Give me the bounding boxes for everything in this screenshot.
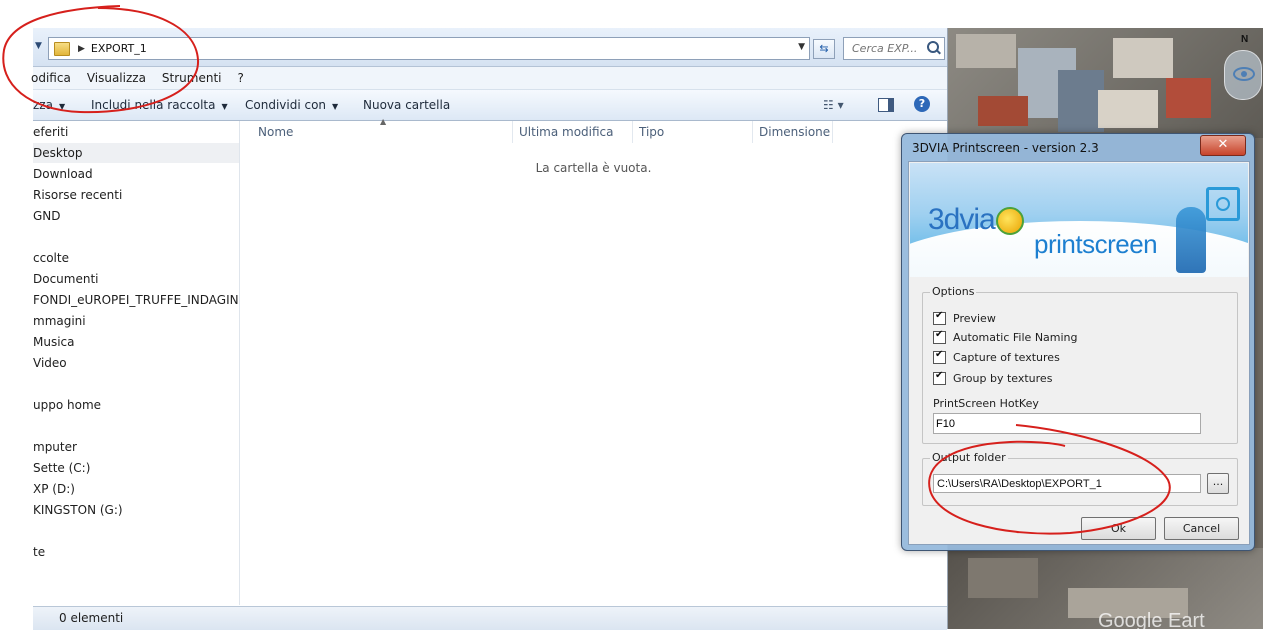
nav-item-download[interactable]: Download (33, 164, 239, 184)
file-list-area[interactable]: ▲ Nome Ultima modifica Tipo Dimensione L… (240, 117, 947, 605)
address-dropdown-icon[interactable]: ▼ (798, 42, 805, 52)
options-title: Options (930, 285, 977, 298)
nav-item-video[interactable]: Video (33, 353, 239, 373)
hotkey-input[interactable] (933, 413, 1201, 434)
nav-item-drive-g[interactable]: KINGSTON (G:) (33, 500, 239, 520)
brand-logo-icon (996, 207, 1024, 235)
close-button[interactable]: ✕ (1200, 135, 1246, 156)
nav-item-pictures[interactable]: mmagini (33, 311, 239, 331)
breadcrumb-folder[interactable]: EXPORT_1 (91, 42, 147, 55)
help-icon[interactable]: ? (914, 96, 930, 112)
history-dropdown-icon[interactable]: ▼ (35, 41, 42, 51)
search-input[interactable] (850, 38, 924, 59)
option-group-by-textures[interactable]: Group by textures (933, 370, 1053, 385)
menu-edit[interactable]: odifica (31, 71, 71, 85)
option-automatic-file-naming[interactable]: Automatic File Naming (933, 329, 1078, 344)
nav-item-libraries[interactable]: ccolte (33, 248, 239, 268)
nav-item-gnd[interactable]: GND (33, 206, 239, 226)
folder-icon (54, 41, 70, 56)
nav-item-documents[interactable]: Documenti (33, 269, 239, 289)
cancel-button[interactable]: Cancel (1164, 517, 1239, 540)
preview-pane-icon[interactable] (878, 98, 894, 112)
capture-textures-label: Capture of textures (953, 351, 1060, 364)
look-around-eye-icon[interactable] (1233, 67, 1255, 81)
refresh-button[interactable]: ⇆ (813, 39, 835, 59)
map-navigation-control[interactable] (1224, 50, 1262, 100)
banner-figure-illustration (1176, 207, 1206, 273)
google-earth-watermark: Google Eart (1098, 610, 1205, 629)
search-box[interactable] (843, 37, 945, 60)
column-separator[interactable] (632, 121, 633, 143)
share-dropdown-icon: ▼ (332, 102, 339, 111)
column-header-type[interactable]: Tipo (639, 121, 664, 143)
column-header-name[interactable]: Nome (258, 121, 293, 143)
nav-item-favorites[interactable]: eferiti (33, 122, 239, 142)
product-logo-text: printscreen (1034, 229, 1158, 259)
organize-label: zza (33, 98, 53, 112)
nav-item-drive-c[interactable]: Sette (C:) (33, 458, 239, 478)
product-banner: 3dvia printscreen (910, 163, 1248, 277)
browse-button[interactable]: ... (1207, 473, 1229, 494)
options-group: Options Preview Automatic File Naming Ca… (922, 285, 1238, 444)
option-preview[interactable]: Preview (933, 310, 996, 325)
item-count: 0 elementi (59, 611, 124, 625)
organize-dropdown-icon: ▼ (58, 102, 66, 111)
include-label: Includi nella raccolta (91, 98, 216, 112)
sort-ascending-icon: ▲ (380, 117, 387, 126)
nav-item-fondi-folder[interactable]: FONDI_eUROPEI_TRUFFE_INDAGINI_PER (33, 290, 239, 310)
preview-checkbox[interactable] (933, 310, 946, 325)
address-bar-row: ▼ ▶ EXPORT_1 ▼ ⇆ (33, 28, 947, 67)
nav-item-desktop[interactable]: Desktop (33, 143, 239, 163)
output-folder-group: Output folder ... (922, 451, 1238, 506)
output-folder-path-input[interactable] (933, 474, 1201, 493)
menu-view[interactable]: Visualizza (87, 71, 146, 85)
column-header-size[interactable]: Dimensione (759, 121, 830, 143)
camera-frame-icon (1206, 187, 1240, 221)
include-dropdown-icon: ▼ (221, 102, 228, 111)
group-by-textures-label: Group by textures (953, 372, 1053, 385)
new-folder-button[interactable]: Nuova cartella (363, 98, 450, 112)
nav-item-homegroup[interactable]: uppo home (33, 395, 239, 415)
dialog-title: 3DVIA Printscreen - version 2.3 (912, 141, 1099, 155)
brand-logo-text: 3dvia (928, 203, 996, 236)
compass-north-label: N (1241, 34, 1249, 45)
capture-textures-checkbox[interactable] (933, 349, 946, 364)
breadcrumb-arrow-icon[interactable]: ▶ (78, 44, 85, 54)
hotkey-label: PrintScreen HotKey (933, 397, 1039, 410)
organize-button[interactable]: zza ▼ (33, 98, 65, 112)
explorer-window: ▼ ▶ EXPORT_1 ▼ ⇆ odifica Visualizza Stru… (31, 28, 948, 630)
menu-tools[interactable]: Strumenti (162, 71, 222, 85)
column-header-modified[interactable]: Ultima modifica (519, 121, 614, 143)
search-icon[interactable] (927, 41, 939, 53)
column-separator[interactable] (512, 121, 513, 143)
automatic-file-naming-label: Automatic File Naming (953, 331, 1078, 344)
option-capture-textures[interactable]: Capture of textures (933, 349, 1060, 364)
dialog-body: 3dvia printscreen Options Preview Automa… (908, 161, 1250, 545)
nav-item-computer[interactable]: mputer (33, 437, 239, 457)
menu-bar: odifica Visualizza Strumenti ? (31, 67, 947, 90)
include-in-library-button[interactable]: Includi nella raccolta ▼ (91, 98, 228, 112)
nav-item-recent[interactable]: Risorse recenti (33, 185, 239, 205)
nav-item-drive-d[interactable]: XP (D:) (33, 479, 239, 499)
group-by-textures-checkbox[interactable] (933, 370, 946, 385)
menu-help[interactable]: ? (238, 71, 244, 85)
view-options-icon[interactable]: ☷ ▾ (823, 98, 844, 112)
automatic-file-naming-checkbox[interactable] (933, 329, 946, 344)
status-bar: 0 elementi (33, 606, 947, 630)
empty-folder-message: La cartella è vuota. (535, 161, 652, 175)
output-folder-title: Output folder (930, 451, 1008, 464)
nav-item-music[interactable]: Musica (33, 332, 239, 352)
nav-item-network[interactable]: te (33, 542, 239, 562)
command-bar: zza ▼ Includi nella raccolta ▼ Condividi c… (33, 90, 947, 121)
ok-button[interactable]: Ok (1081, 517, 1156, 540)
preview-label: Preview (953, 312, 996, 325)
share-with-button[interactable]: Condividi con ▼ (245, 98, 338, 112)
share-label: Condividi con (245, 98, 327, 112)
column-separator[interactable] (832, 121, 833, 143)
column-separator[interactable] (752, 121, 753, 143)
printscreen-dialog: 3DVIA Printscreen - version 2.3 ✕ 3dvia … (901, 133, 1255, 551)
address-bar[interactable]: ▶ EXPORT_1 ▼ (48, 37, 810, 60)
navigation-pane: eferiti Desktop Download Risorse recenti… (33, 121, 240, 605)
